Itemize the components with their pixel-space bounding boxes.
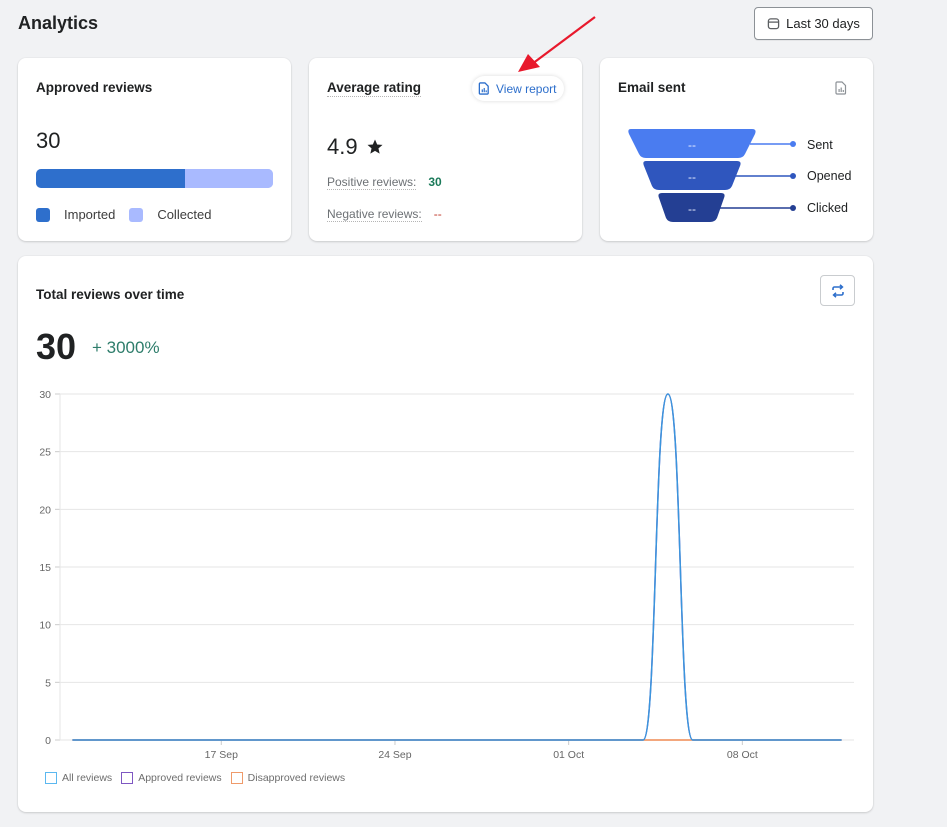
calendar-icon [767,18,780,30]
positive-reviews-label: Positive reviews: [327,175,417,190]
legend-label-collected: Collected [157,207,212,222]
x-tick-label: 17 Sep [205,749,238,761]
funnel-value-clicked: -- [688,202,696,216]
imported-collected-bar [36,169,273,188]
funnel-value-sent: -- [688,138,696,152]
negative-reviews-label: Negative reviews: [327,207,422,222]
legend-swatch [121,772,134,784]
approved-reviews-title: Approved reviews [36,80,153,95]
x-tick-label: 08 Oct [727,749,758,761]
report-icon [478,82,489,95]
email-sent-card: Email sent -- -- -- Sent Opened Clicked [600,58,873,241]
approved-reviews-legend: Imported Collected [36,207,226,222]
y-tick-label: 30 [39,389,51,401]
funnel-dot-sent [790,141,796,147]
legend-item-approved-reviews[interactable]: Approved reviews [121,772,222,784]
date-range-button[interactable]: Last 30 days [754,7,873,40]
view-report-label: View report [496,81,557,96]
x-tick-label: 01 Oct [553,749,584,761]
legend-label: Disapproved reviews [247,772,346,784]
legend-swatch [230,772,243,784]
approved-reviews-card: Approved reviews 30 Imported Collected [18,58,291,241]
legend-swatch-imported [36,207,50,222]
chart-legend: All reviews Approved reviews Disapproved r… [45,772,354,784]
y-tick-label: 10 [39,620,51,632]
page-title: Analytics [18,13,99,33]
average-rating-value: 4.9 [327,134,384,160]
legend-swatch [45,772,57,784]
funnel-label-opened: Opened [807,169,852,183]
date-range-label: Last 30 days [786,16,860,31]
view-report-button[interactable]: View report [472,76,565,101]
y-tick-label: 15 [39,562,51,574]
bar-segment-collected [185,169,273,188]
total-reviews-card: Total reviews over time 30 + 3000% 0 5 10 1… [18,256,873,812]
positive-reviews-value: 30 [428,175,442,189]
positive-reviews-row: Positive reviews: 30 [327,175,442,190]
average-rating-card: Average rating View report 4.9 Positive … [309,58,582,241]
legend-swatch-collected [129,207,144,222]
legend-label: All reviews [62,772,113,784]
legend-item-all-reviews[interactable]: All reviews [45,772,112,784]
star-icon [367,139,383,154]
funnel-label-sent: Sent [807,138,833,152]
bar-segment-imported [36,169,186,188]
y-tick-label: 0 [45,735,51,747]
average-rating-title: Average rating [327,80,422,97]
funnel-label-clicked: Clicked [807,201,848,215]
negative-reviews-value: -- [433,207,442,221]
x-tick-label: 24 Sep [378,749,411,761]
y-tick-label: 5 [45,677,51,689]
legend-item-disapproved-reviews[interactable]: Disapproved reviews [230,772,346,784]
funnel-dot-clicked [790,205,796,211]
funnel-dot-opened [790,173,796,179]
legend-label-imported: Imported [64,207,116,222]
reviews-line-chart: 0 5 10 15 20 25 30 17 Sep 24 Sep 01 Oct 08 Oct [39,389,854,761]
approved-reviews-total: 30 [36,128,61,153]
y-tick-label: 20 [39,504,51,516]
average-rating-number: 4.9 [327,134,358,159]
negative-reviews-row: Negative reviews: -- [327,207,442,222]
legend-label: Approved reviews [138,772,222,784]
y-tick-label: 25 [39,447,51,459]
funnel-value-opened: -- [688,170,696,184]
